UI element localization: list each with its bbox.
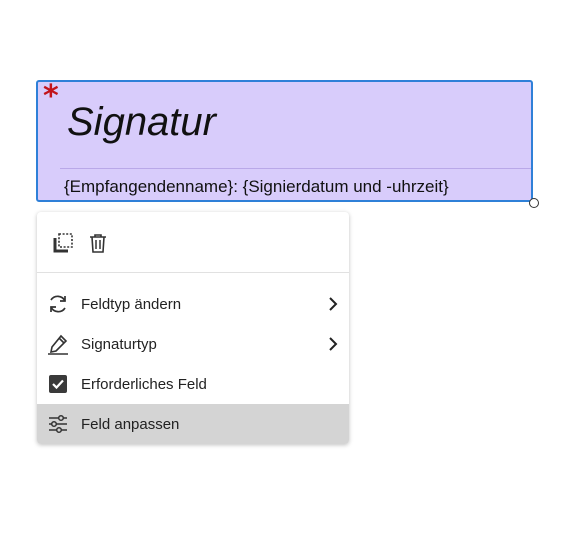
signature-divider	[60, 168, 531, 169]
duplicate-icon[interactable]	[52, 232, 74, 254]
signature-field[interactable]: * Signatur {Empfangendenname}: {Signierd…	[36, 80, 533, 202]
menu-item-label: Signaturtyp	[81, 335, 157, 353]
checkbox-checked-icon[interactable]	[47, 373, 69, 395]
menu-item-change-field-type[interactable]: Feldtyp ändern	[37, 284, 349, 324]
menu-item-customize-field[interactable]: Feld anpassen	[37, 404, 349, 444]
required-asterisk: *	[43, 79, 59, 114]
menu-separator	[37, 272, 349, 273]
chevron-right-icon	[329, 337, 338, 351]
menu-item-label: Erforderliches Feld	[81, 375, 207, 393]
refresh-icon	[50, 295, 66, 313]
menu-item-signature-type[interactable]: Signaturtyp	[37, 324, 349, 364]
menu-item-label: Feldtyp ändern	[81, 295, 182, 313]
chevron-right-icon	[329, 297, 338, 311]
menu-item-label: Feld anpassen	[81, 415, 180, 433]
signature-caption: {Empfangendenname}: {Signierdatum und -u…	[64, 177, 449, 196]
menu-item-required-field[interactable]: Erforderliches Feld	[37, 364, 349, 404]
signature-title: Signatur	[67, 100, 216, 144]
resize-handle[interactable]	[529, 198, 539, 208]
pen-signature-icon	[48, 334, 68, 355]
trash-icon[interactable]	[87, 232, 109, 254]
menu-toolbar	[37, 212, 349, 272]
sliders-icon	[49, 414, 67, 434]
context-menu: Feldtyp ändern Signaturtyp Erforderliche…	[37, 212, 349, 444]
